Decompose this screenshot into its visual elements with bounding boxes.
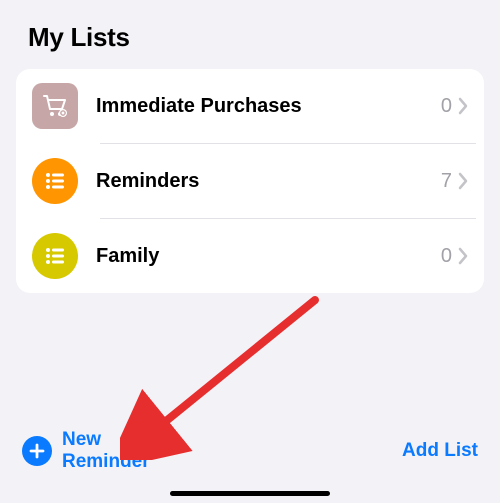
home-indicator[interactable]	[170, 491, 330, 496]
list-label: Family	[96, 245, 441, 268]
lists-card: Immediate Purchases 0 Reminders 7	[16, 69, 484, 293]
list-label: Reminders	[96, 170, 441, 193]
page-title: My Lists	[28, 22, 472, 53]
new-reminder-button[interactable]: New Reminder	[22, 429, 150, 473]
list-count: 7	[441, 170, 452, 193]
bullet-list-icon	[32, 158, 78, 204]
plus-circle-icon	[22, 436, 52, 466]
list-item-immediate-purchases[interactable]: Immediate Purchases 0	[16, 69, 484, 143]
list-item-family[interactable]: Family 0	[16, 219, 484, 293]
add-list-button[interactable]: Add List	[402, 440, 478, 462]
cart-icon	[32, 83, 78, 129]
list-label: Immediate Purchases	[96, 95, 441, 118]
list-count: 0	[441, 245, 452, 268]
chevron-right-icon	[458, 97, 468, 115]
list-count: 0	[441, 95, 452, 118]
bullet-list-icon	[32, 233, 78, 279]
chevron-right-icon	[458, 172, 468, 190]
new-reminder-label: New Reminder	[62, 429, 150, 473]
list-item-reminders[interactable]: Reminders 7	[16, 144, 484, 218]
chevron-right-icon	[458, 247, 468, 265]
section-header: My Lists	[0, 0, 500, 65]
